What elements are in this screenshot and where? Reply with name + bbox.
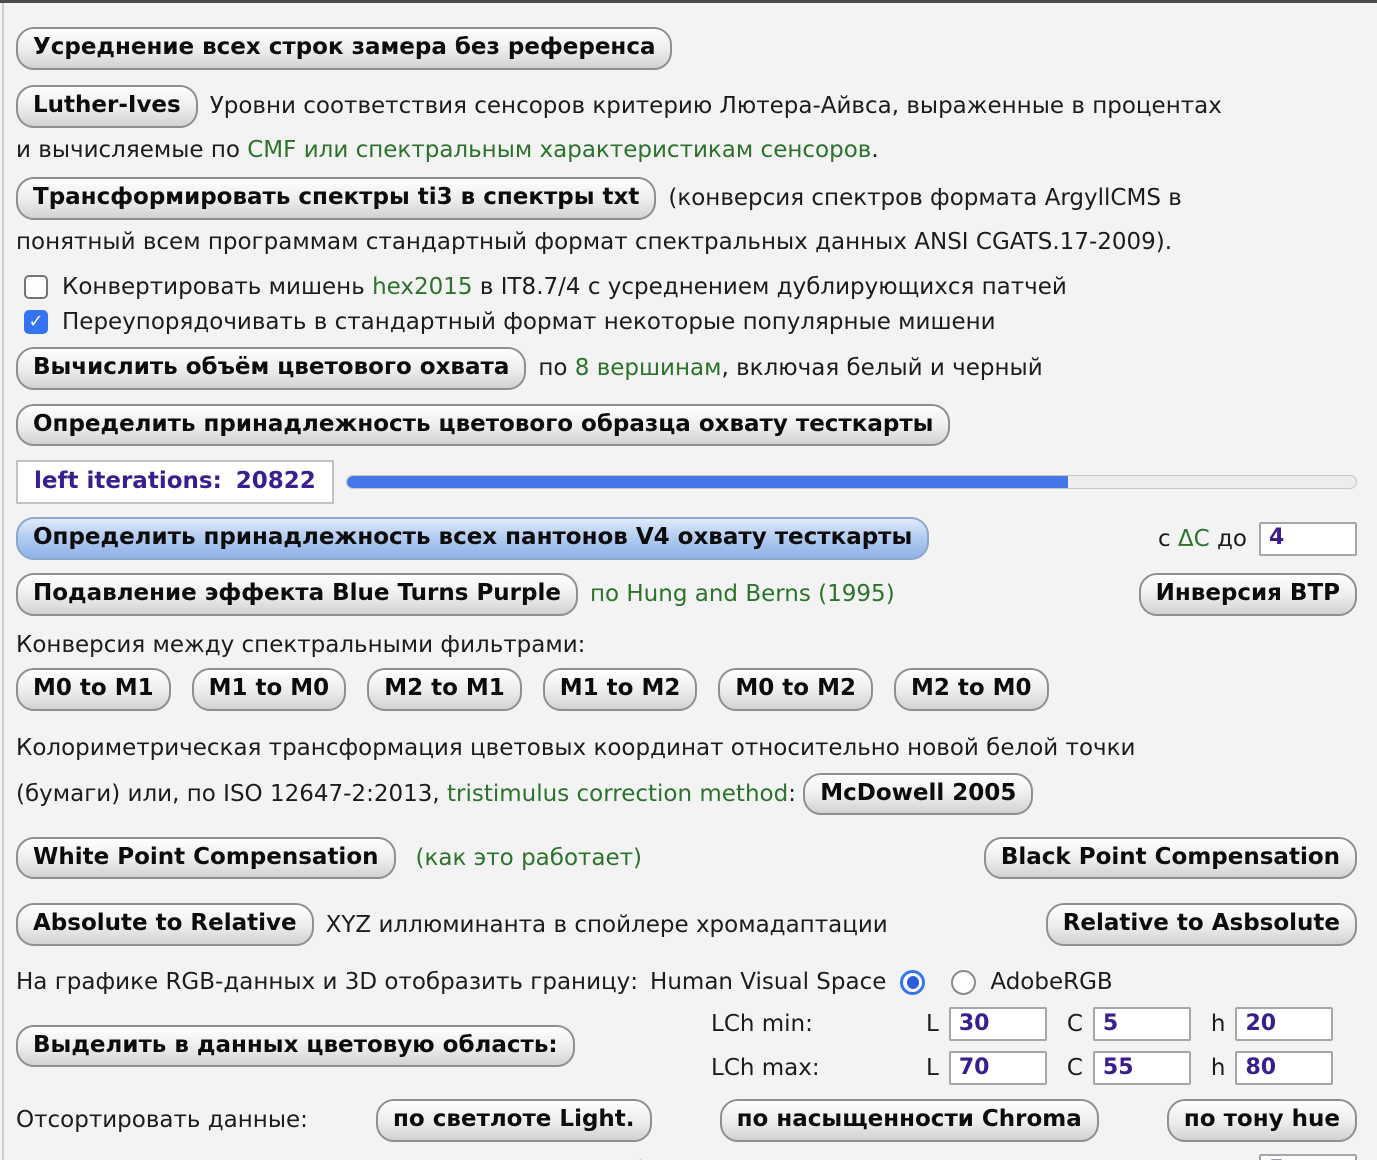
lch-h-label: h [1211, 1011, 1226, 1037]
reorder-checkbox[interactable] [24, 310, 48, 334]
luther-text-line2: и вычисляемые по [16, 137, 247, 163]
filter-m1-to-m2-button[interactable]: M1 to M2 [543, 668, 698, 711]
select-color-region-button[interactable]: Выделить в данных цветовую область: [16, 1025, 575, 1068]
filter-m1-to-m0-button[interactable]: M1 to M0 [192, 668, 347, 711]
lch-max-row: LCh max: L C h [711, 1051, 1357, 1085]
lch-l-label: L [926, 1011, 939, 1037]
lch-min-row: LCh min: L C h [711, 1007, 1357, 1041]
adobergb-radio[interactable] [951, 970, 976, 995]
lch-min-h-input[interactable] [1235, 1007, 1333, 1041]
convert-target-text-before: Конвертировать мишень [62, 274, 372, 300]
btp-invert-button[interactable]: Инверсия BTP [1139, 573, 1357, 616]
luther-ives-button[interactable]: Luther-Ives [16, 85, 198, 128]
ti3-transform-button[interactable]: Трансформировать спектры ti3 в спектры t… [16, 177, 656, 220]
progress-bar [346, 475, 1357, 489]
iterations-value: 20822 [236, 468, 316, 494]
lch-min-l-input[interactable] [949, 1007, 1047, 1041]
lch-min-label: LCh min: [711, 1011, 926, 1037]
colorimetric-line1: Колориметрическая трансформация цветовых… [16, 725, 1357, 771]
neutral-row: и при сортировке по hue отделить нейтрал… [16, 1154, 1357, 1160]
lch-block: Выделить в данных цветовую область: LCh … [16, 1007, 1357, 1085]
sort-row: Отсортировать данные: по светлоте Light.… [16, 1099, 1357, 1142]
hvs-label: Human Visual Space [650, 969, 886, 995]
reorder-row: Переупорядочивать в стандартный формат н… [16, 309, 1357, 335]
progress-row: left iterations: 20822 [16, 460, 1357, 504]
ti3-note-line2: понятный всем программам стандартный фор… [16, 229, 1172, 255]
reorder-label: Переупорядочивать в стандартный формат н… [62, 309, 996, 335]
delta-c-to-text: до [1210, 526, 1247, 552]
adobergb-label: AdobeRGB [990, 969, 1112, 995]
absolute-to-relative-button[interactable]: Absolute to Relative [16, 903, 314, 946]
progress-fill [347, 476, 1069, 488]
ti3-section: Трансформировать спектры ti3 в спектры t… [16, 176, 1357, 264]
lch-c-label2: C [1067, 1055, 1083, 1081]
delta-c-with-text: с [1158, 526, 1178, 552]
hvs-radio[interactable] [900, 970, 925, 995]
vertices-link[interactable]: 8 вершинам [575, 355, 722, 381]
colorimetric-section: Колориметрическая трансформация цветовых… [16, 725, 1357, 817]
pantone-belonging-button[interactable]: Определить принадлежность всех пантонов … [16, 517, 929, 560]
iterations-label: left iterations: [34, 468, 222, 494]
sort-by-lightness-button[interactable]: по светлоте Light. [376, 1099, 652, 1142]
colorimetric-line2-text: (бумаги) или, по ISO 12647-2:2013, [16, 781, 447, 807]
iterations-box: left iterations: 20822 [16, 460, 334, 504]
pantone-row: Определить принадлежность всех пантонов … [16, 517, 1357, 560]
colorimetric-colon: : [788, 781, 803, 807]
convert-target-text-after: в IT8.7/4 с усреднением дублирующихся па… [473, 274, 1067, 300]
btp-suppress-button[interactable]: Подавление эффекта Blue Turns Purple [16, 573, 578, 616]
lch-h-label2: h [1211, 1055, 1226, 1081]
luther-ives-section: Luther-Ives Уровни соответствия сенсоров … [16, 84, 1357, 172]
boundary-row: На графике RGB-данных и 3D отобразить гр… [16, 969, 1357, 995]
lch-max-label: LCh max: [711, 1055, 926, 1081]
mcdowell-button[interactable]: McDowell 2005 [803, 773, 1033, 816]
ti3-note-line1: (конверсия спектров формата ArgyllCMS в [668, 185, 1181, 211]
sort-label: Отсортировать данные: [16, 1107, 308, 1133]
delta-c-label: с ΔC до [1158, 526, 1247, 552]
gamut-volume-text-after: , включая белый и черный [722, 355, 1043, 381]
hex2015-link[interactable]: hex2015 [372, 274, 472, 300]
lch-l-label2: L [926, 1055, 939, 1081]
gamut-volume-text-before: по [538, 355, 574, 381]
white-point-compensation-button[interactable]: White Point Compensation [16, 837, 396, 880]
lch-c-label: C [1067, 1011, 1083, 1037]
convert-target-checkbox[interactable] [24, 275, 48, 299]
abs-rel-row: Absolute to Relative XYZ иллюминанта в с… [16, 903, 1357, 946]
lch-max-h-input[interactable] [1235, 1051, 1333, 1085]
lch-max-l-input[interactable] [949, 1051, 1047, 1085]
averaging-button[interactable]: Усреднение всех строк замера без референ… [16, 27, 672, 70]
lch-min-c-input[interactable] [1093, 1007, 1191, 1041]
filter-m0-to-m1-button[interactable]: M0 to M1 [16, 668, 171, 711]
hung-berns-link[interactable]: по Hung and Berns (1995) [590, 581, 895, 607]
luther-text-period: . [871, 137, 878, 163]
filter-m2-to-m1-button[interactable]: M2 to M1 [367, 668, 522, 711]
filter-m2-to-m0-button[interactable]: M2 to M0 [894, 668, 1049, 711]
sort-by-chroma-button[interactable]: по насыщенности Chroma [720, 1099, 1099, 1142]
delta-c-link[interactable]: ΔC [1178, 526, 1210, 552]
gamut-volume-button[interactable]: Вычислить объём цветового охвата [16, 347, 526, 390]
btp-row: Подавление эффекта Blue Turns Purple по … [16, 573, 1357, 616]
cmf-link[interactable]: CMF или спектральным характеристикам сен… [247, 137, 871, 163]
sample-belonging-button[interactable]: Определить принадлежность цветового обра… [16, 404, 950, 447]
convert-target-label: Конвертировать мишень hex2015 в IT8.7/4 … [62, 274, 1067, 300]
black-point-compensation-button[interactable]: Black Point Compensation [984, 837, 1357, 880]
tristimulus-link[interactable]: tristimulus correction method [447, 781, 788, 807]
relative-to-absolute-button[interactable]: Relative to Asbsolute [1046, 903, 1357, 946]
filter-m0-to-m2-button[interactable]: M0 to M2 [718, 668, 873, 711]
boundary-label: На графике RGB-данных и 3D отобразить гр… [16, 969, 638, 995]
how-it-works-link[interactable]: (как это работает) [416, 845, 643, 871]
lch-max-c-input[interactable] [1093, 1051, 1191, 1085]
neutral-chroma-input[interactable] [1259, 1154, 1357, 1160]
convert-target-row: Конвертировать мишень hex2015 в IT8.7/4 … [16, 274, 1357, 300]
wpc-row: White Point Compensation (как это работа… [16, 837, 1357, 880]
gamut-volume-row: Вычислить объём цветового охвата по 8 ве… [16, 347, 1357, 390]
xyz-note: XYZ иллюминанта в спойлере хромадаптации [326, 912, 888, 938]
delta-c-input[interactable] [1259, 522, 1357, 556]
filters-row: M0 to M1 M1 to M0 M2 to M1 M1 to M2 M0 t… [16, 668, 1357, 711]
gamut-volume-note: по 8 вершинам, включая белый и черный [538, 355, 1042, 381]
luther-text-line1: Уровни соответствия сенсоров критерию Лю… [210, 93, 1222, 119]
tools-panel: Усреднение всех строк замера без референ… [0, 0, 1377, 1160]
filters-title: Конверсия между спектральными фильтрами: [16, 632, 1357, 658]
sort-by-hue-button[interactable]: по тону hue [1167, 1099, 1357, 1142]
